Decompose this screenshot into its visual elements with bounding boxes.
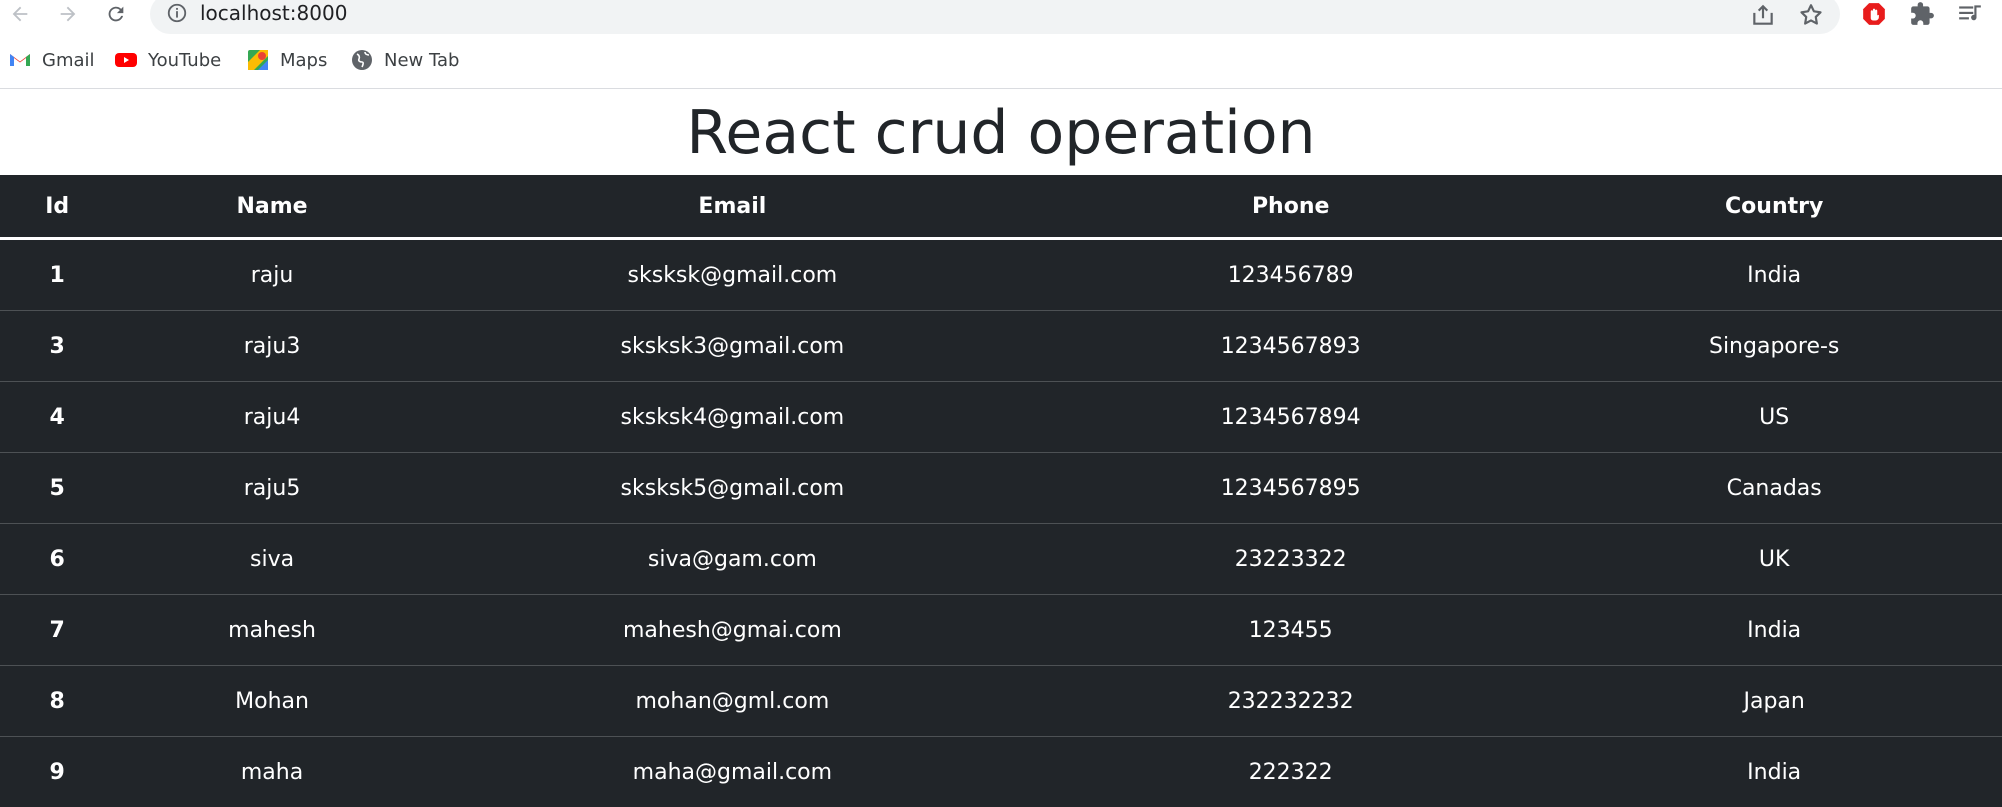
cell-id: 6 bbox=[0, 524, 114, 595]
page-title: React crud operation bbox=[0, 89, 2002, 175]
table-header-row: Id Name Email Phone Country bbox=[0, 175, 2002, 239]
cell-phone: 1234567894 bbox=[1035, 382, 1546, 453]
cell-email: mahesh@gmai.com bbox=[430, 595, 1035, 666]
cell-email: sksksk3@gmail.com bbox=[430, 311, 1035, 382]
column-header-country: Country bbox=[1546, 175, 2002, 239]
table-row: 6 siva siva@gam.com 23223322 UK bbox=[0, 524, 2002, 595]
stop-sign-icon bbox=[1861, 1, 1887, 27]
cell-country: US bbox=[1546, 382, 2002, 453]
reload-icon bbox=[105, 3, 127, 25]
table-row: 5 raju5 sksksk5@gmail.com 1234567895 Can… bbox=[0, 453, 2002, 524]
cell-id: 3 bbox=[0, 311, 114, 382]
column-header-name: Name bbox=[114, 175, 429, 239]
cell-name: raju3 bbox=[114, 311, 429, 382]
table-row: 1 raju sksksk@gmail.com 123456789 India bbox=[0, 239, 2002, 311]
gmail-icon bbox=[8, 48, 32, 72]
cell-country: India bbox=[1546, 239, 2002, 311]
cell-email: sksksk5@gmail.com bbox=[430, 453, 1035, 524]
cell-phone: 23223322 bbox=[1035, 524, 1546, 595]
bookmark-new-tab[interactable]: New Tab bbox=[350, 48, 459, 72]
cell-email: maha@gmail.com bbox=[430, 737, 1035, 807]
forward-arrow-icon bbox=[57, 3, 79, 25]
playlist-icon bbox=[1957, 1, 1983, 27]
cell-name: raju4 bbox=[114, 382, 429, 453]
address-bar[interactable]: localhost:8000 bbox=[150, 0, 1840, 34]
cell-email: mohan@gml.com bbox=[430, 666, 1035, 737]
bookmark-gmail[interactable]: Gmail bbox=[8, 48, 95, 72]
cell-country: India bbox=[1546, 595, 2002, 666]
cell-id: 4 bbox=[0, 382, 114, 453]
bookmark-label: Maps bbox=[280, 50, 327, 71]
column-header-phone: Phone bbox=[1035, 175, 1546, 239]
cell-id: 1 bbox=[0, 239, 114, 311]
table-row: 3 raju3 sksksk3@gmail.com 1234567893 Sin… bbox=[0, 311, 2002, 382]
cell-phone: 1234567893 bbox=[1035, 311, 1546, 382]
cell-phone: 222322 bbox=[1035, 737, 1546, 807]
cell-country: Singapore-s bbox=[1546, 311, 2002, 382]
puzzle-icon bbox=[1909, 1, 1935, 27]
cell-phone: 123456789 bbox=[1035, 239, 1546, 311]
cell-email: sksksk@gmail.com bbox=[430, 239, 1035, 311]
cell-phone: 232232232 bbox=[1035, 666, 1546, 737]
table-row: 7 mahesh mahesh@gmai.com 123455 India bbox=[0, 595, 2002, 666]
cell-phone: 1234567895 bbox=[1035, 453, 1546, 524]
url-text: localhost:8000 bbox=[200, 1, 347, 25]
youtube-icon bbox=[114, 48, 138, 72]
back-arrow-icon bbox=[9, 3, 31, 25]
back-button[interactable] bbox=[4, 0, 36, 28]
extensions-button[interactable] bbox=[1908, 0, 1936, 28]
bookmark-label: YouTube bbox=[148, 50, 221, 71]
cell-name: raju bbox=[114, 239, 429, 311]
cell-name: raju5 bbox=[114, 453, 429, 524]
cell-country: UK bbox=[1546, 524, 2002, 595]
cell-id: 9 bbox=[0, 737, 114, 807]
bookmark-maps[interactable]: Maps bbox=[246, 48, 327, 72]
table-row: 4 raju4 sksksk4@gmail.com 1234567894 US bbox=[0, 382, 2002, 453]
share-icon[interactable] bbox=[1750, 2, 1776, 28]
cell-email: sksksk4@gmail.com bbox=[430, 382, 1035, 453]
bookmark-youtube[interactable]: YouTube bbox=[114, 48, 221, 72]
cell-country: Japan bbox=[1546, 666, 2002, 737]
cell-id: 7 bbox=[0, 595, 114, 666]
cell-id: 5 bbox=[0, 453, 114, 524]
cell-phone: 123455 bbox=[1035, 595, 1546, 666]
bookmark-label: Gmail bbox=[42, 50, 95, 71]
browser-toolbar: localhost:8000 bbox=[0, 0, 2002, 36]
reading-list-button[interactable] bbox=[1956, 0, 1984, 28]
cell-name: maha bbox=[114, 737, 429, 807]
globe-icon bbox=[350, 48, 374, 72]
bookmarks-bar: Gmail YouTube Maps New Tab bbox=[0, 36, 2002, 89]
table-row: 9 maha maha@gmail.com 222322 India bbox=[0, 737, 2002, 807]
cell-name: mahesh bbox=[114, 595, 429, 666]
table-body: 1 raju sksksk@gmail.com 123456789 India … bbox=[0, 239, 2002, 807]
reload-button[interactable] bbox=[100, 0, 132, 28]
bookmark-label: New Tab bbox=[384, 50, 459, 71]
cell-country: Canadas bbox=[1546, 453, 2002, 524]
column-header-id: Id bbox=[0, 175, 114, 239]
info-icon[interactable] bbox=[166, 2, 188, 24]
cell-id: 8 bbox=[0, 666, 114, 737]
cell-name: siva bbox=[114, 524, 429, 595]
cell-name: Mohan bbox=[114, 666, 429, 737]
users-table: Id Name Email Phone Country 1 raju sksks… bbox=[0, 175, 2002, 807]
adblock-extension-icon[interactable] bbox=[1860, 0, 1888, 28]
table-row: 8 Mohan mohan@gml.com 232232232 Japan bbox=[0, 666, 2002, 737]
cell-country: India bbox=[1546, 737, 2002, 807]
cell-email: siva@gam.com bbox=[430, 524, 1035, 595]
maps-icon bbox=[246, 48, 270, 72]
bookmark-star-icon[interactable] bbox=[1798, 2, 1824, 28]
forward-button[interactable] bbox=[52, 0, 84, 28]
column-header-email: Email bbox=[430, 175, 1035, 239]
